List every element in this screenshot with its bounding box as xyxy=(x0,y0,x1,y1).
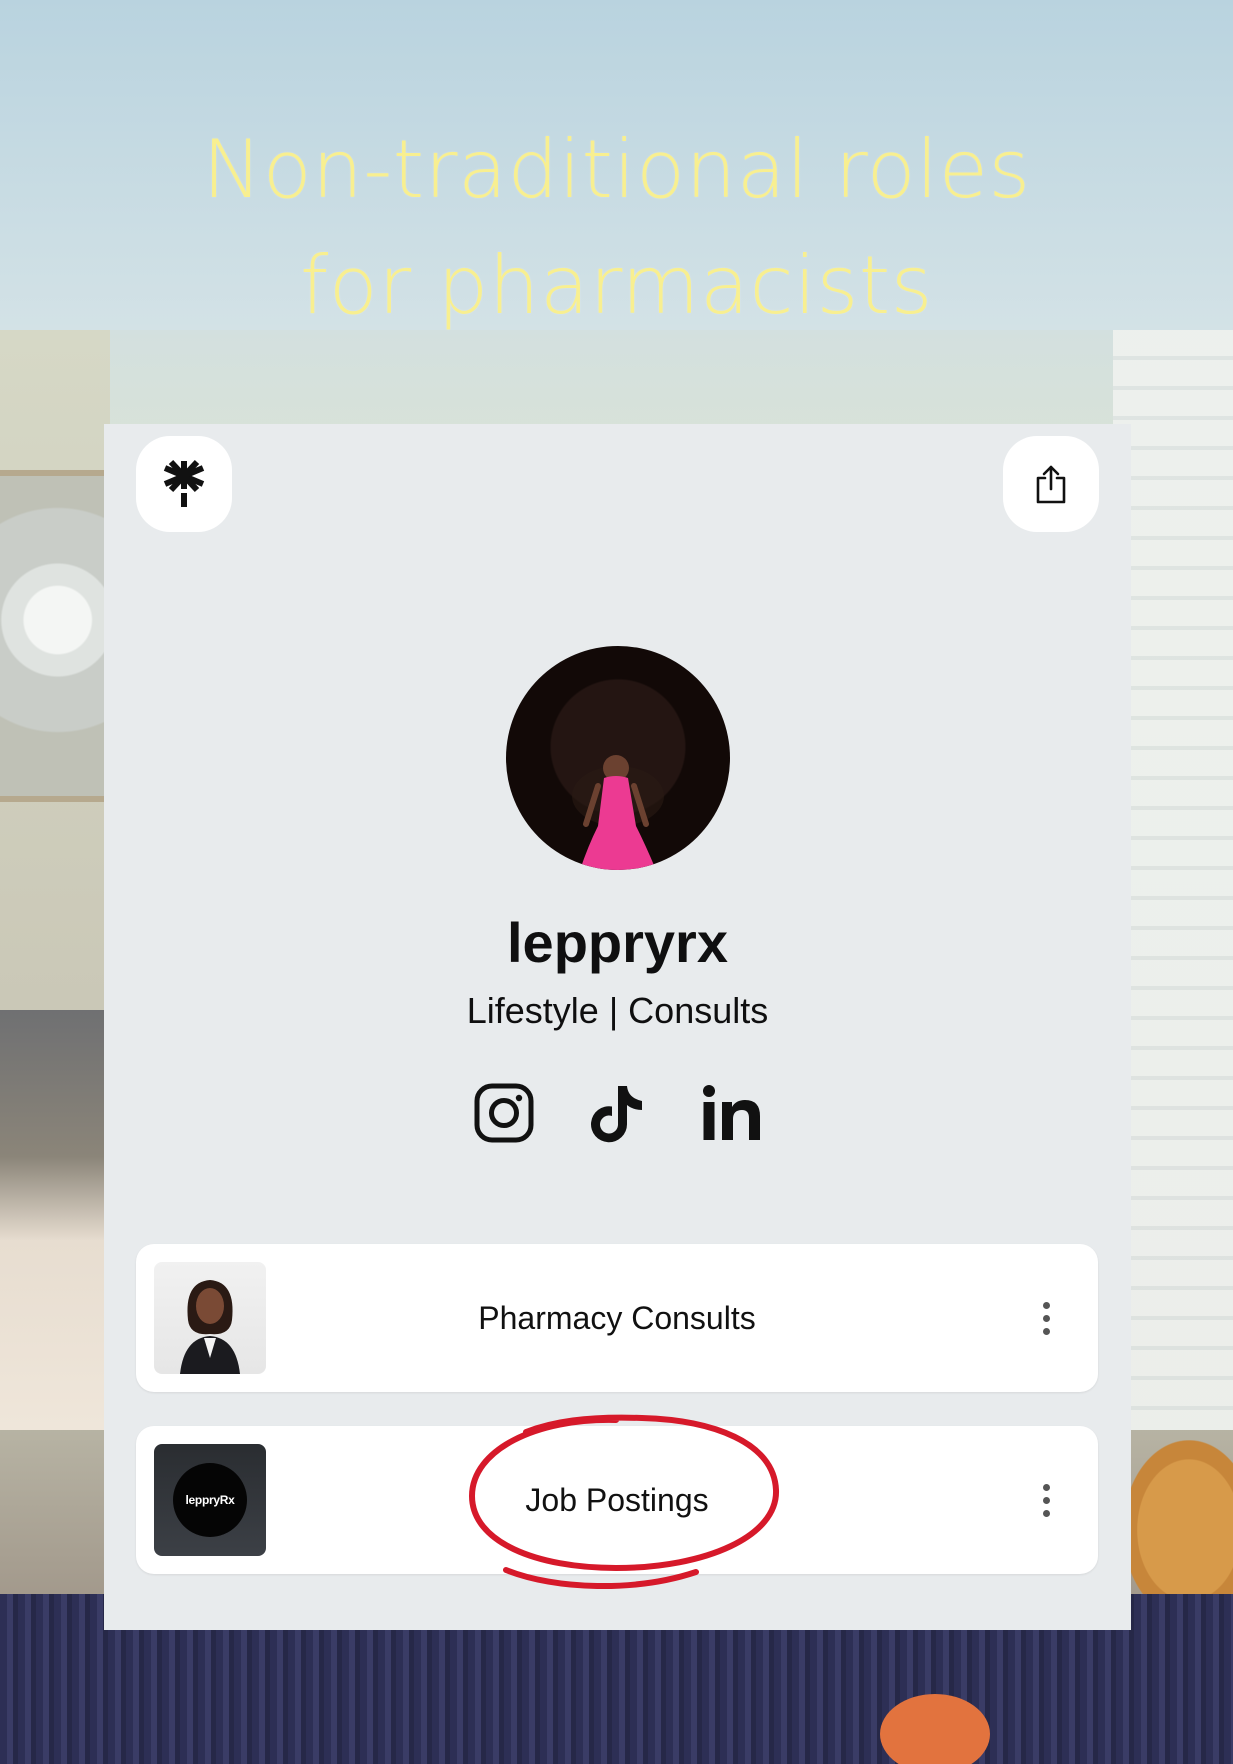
linkedin-icon xyxy=(702,1085,760,1140)
link-label: Pharmacy Consults xyxy=(478,1299,756,1336)
link-button-pharmacy-consults[interactable]: Pharmacy Consults xyxy=(136,1244,1098,1392)
more-options-icon[interactable] xyxy=(1034,1294,1058,1342)
linktree-card: leppryrx Lifestyle | Consults Pharmacy C… xyxy=(104,424,1131,1630)
headline-line-1: Non-traditional roles xyxy=(202,123,1031,216)
avatar xyxy=(506,646,730,870)
link-label: Job Postings xyxy=(525,1481,709,1518)
instagram-icon xyxy=(474,1083,533,1143)
profile-photo xyxy=(572,755,664,870)
headline: Non-traditional roles for pharmacists xyxy=(110,112,1123,344)
tiktok-icon xyxy=(590,1086,642,1143)
profile-bio: Lifestyle | Consults xyxy=(466,990,769,1031)
linktree-logo-button[interactable] xyxy=(136,436,232,532)
sofa xyxy=(0,1010,120,1430)
headline-line-2: for pharmacists xyxy=(300,239,933,332)
profile-username: leppryrx xyxy=(507,911,728,974)
tiktok-link[interactable] xyxy=(585,1080,651,1146)
cat xyxy=(1123,1440,1233,1620)
link-button-job-postings[interactable]: leppryRx Job Postings xyxy=(136,1426,1098,1574)
more-options-icon[interactable] xyxy=(1034,1476,1058,1524)
window-blinds xyxy=(1113,330,1233,1430)
instagram-link[interactable] xyxy=(471,1080,537,1146)
flower-painting xyxy=(0,470,111,802)
linktree-asterisk-icon xyxy=(163,459,205,507)
share-icon xyxy=(1036,465,1066,504)
linkedin-link[interactable] xyxy=(699,1080,765,1146)
social-links xyxy=(104,1080,1131,1146)
share-button[interactable] xyxy=(1003,436,1099,532)
